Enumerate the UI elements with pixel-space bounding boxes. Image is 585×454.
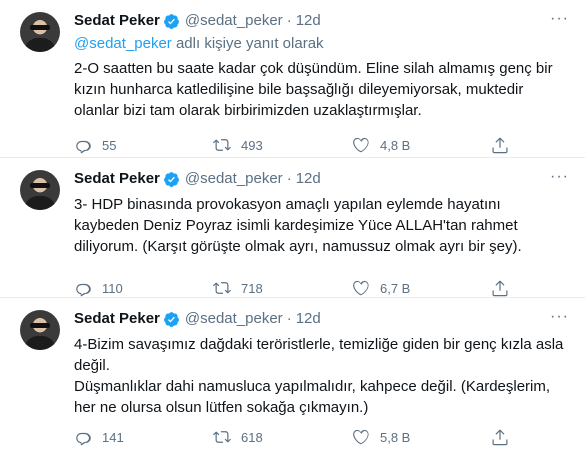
avatar-column bbox=[16, 10, 64, 157]
heart-icon bbox=[353, 137, 369, 153]
reply-count: 110 bbox=[102, 280, 123, 296]
timestamp[interactable]: 12d bbox=[296, 169, 321, 189]
like-count: 6,7 B bbox=[380, 280, 411, 296]
like-button[interactable]: 4,8 B bbox=[352, 136, 422, 154]
share-icon bbox=[492, 137, 508, 154]
heart-icon bbox=[353, 280, 369, 296]
avatar-column bbox=[16, 308, 64, 454]
handle[interactable]: @sedat_peker bbox=[185, 11, 283, 31]
reply-count: 55 bbox=[102, 137, 117, 153]
tweet-text: 3- HDP binasında provokasyon amaçlı yapı… bbox=[74, 196, 522, 255]
like-count: 4,8 B bbox=[380, 137, 411, 153]
retweet-icon bbox=[213, 431, 231, 443]
like-button[interactable]: 5,8 B bbox=[352, 428, 422, 446]
avatar[interactable] bbox=[20, 310, 60, 350]
more-options-icon[interactable]: ··· bbox=[550, 308, 569, 326]
display-name[interactable]: Sedat Peker bbox=[74, 11, 160, 31]
tweet-header: Sedat Peker @sedat_peker · 12d bbox=[74, 168, 569, 190]
share-button[interactable] bbox=[491, 136, 519, 154]
separator-dot: · bbox=[286, 12, 292, 29]
reply-icon bbox=[76, 140, 91, 154]
retweet-count: 493 bbox=[241, 137, 263, 153]
retweet-icon bbox=[213, 139, 231, 151]
like-count: 5,8 B bbox=[380, 429, 411, 445]
tweet-text: 4-Bizim savaşımız dağdaki teröristlerle,… bbox=[74, 336, 564, 416]
tweet-thread: Sedat Peker @sedat_peker · 12d ··· @seda… bbox=[0, 0, 585, 454]
more-options-icon[interactable]: ··· bbox=[550, 10, 569, 28]
timestamp[interactable]: 12d bbox=[296, 309, 321, 329]
tweet-body: Sedat Peker @sedat_peker · 12d ··· @seda… bbox=[74, 10, 569, 157]
reply-suffix: adlı kişiye yanıt olarak bbox=[171, 35, 324, 52]
separator-dot: · bbox=[286, 310, 292, 327]
reply-icon bbox=[76, 283, 91, 297]
tweet-text: 2-O saatten bu saate kadar çok düşündüm.… bbox=[74, 60, 557, 119]
like-button[interactable]: 6,7 B bbox=[352, 279, 422, 297]
action-bar: 55 493 4,8 B bbox=[74, 136, 519, 154]
display-name[interactable]: Sedat Peker bbox=[74, 169, 160, 189]
tweet-header: Sedat Peker @sedat_peker · 12d bbox=[74, 308, 569, 330]
action-bar: 110 718 6,7 B bbox=[74, 279, 519, 297]
reply-context: @sedat_peker adlı kişiye yanıt olarak bbox=[74, 34, 569, 54]
reply-count: 141 bbox=[102, 429, 124, 445]
verified-badge-icon bbox=[163, 311, 180, 328]
reply-button[interactable]: 55 bbox=[74, 136, 144, 154]
tweet[interactable]: Sedat Peker @sedat_peker · 12d ··· @seda… bbox=[0, 0, 585, 158]
handle[interactable]: @sedat_peker bbox=[185, 169, 283, 189]
retweet-count: 718 bbox=[241, 280, 263, 296]
share-icon bbox=[492, 280, 508, 297]
avatar-column bbox=[16, 168, 64, 297]
tweet-header: Sedat Peker @sedat_peker · 12d bbox=[74, 10, 569, 32]
share-icon bbox=[492, 429, 508, 446]
separator-dot: · bbox=[286, 170, 292, 187]
share-button[interactable] bbox=[491, 279, 519, 297]
handle[interactable]: @sedat_peker bbox=[185, 309, 283, 329]
share-button[interactable] bbox=[491, 428, 519, 446]
tweet[interactable]: Sedat Peker @sedat_peker · 12d ··· 4-Biz… bbox=[0, 298, 585, 454]
retweet-count: 618 bbox=[241, 429, 263, 445]
reply-to-link[interactable]: @sedat_peker bbox=[74, 35, 172, 52]
tweet[interactable]: Sedat Peker @sedat_peker · 12d ··· 3- HD… bbox=[0, 158, 585, 298]
retweet-button[interactable]: 493 bbox=[213, 136, 283, 154]
reply-button[interactable]: 141 bbox=[74, 428, 144, 446]
action-bar: 141 618 5,8 B bbox=[74, 428, 519, 446]
retweet-icon bbox=[213, 282, 231, 294]
reply-icon bbox=[76, 432, 91, 446]
display-name[interactable]: Sedat Peker bbox=[74, 309, 160, 329]
tweet-body: Sedat Peker @sedat_peker · 12d ··· 3- HD… bbox=[74, 168, 569, 297]
retweet-button[interactable]: 718 bbox=[213, 279, 283, 297]
verified-badge-icon bbox=[163, 171, 180, 188]
heart-icon bbox=[353, 429, 369, 445]
tweet-body: Sedat Peker @sedat_peker · 12d ··· 4-Biz… bbox=[74, 308, 569, 454]
avatar[interactable] bbox=[20, 170, 60, 210]
retweet-button[interactable]: 618 bbox=[213, 428, 283, 446]
timestamp[interactable]: 12d bbox=[296, 11, 321, 31]
verified-badge-icon bbox=[163, 13, 180, 30]
reply-button[interactable]: 110 bbox=[74, 279, 144, 297]
avatar[interactable] bbox=[20, 12, 60, 52]
more-options-icon[interactable]: ··· bbox=[550, 168, 569, 186]
